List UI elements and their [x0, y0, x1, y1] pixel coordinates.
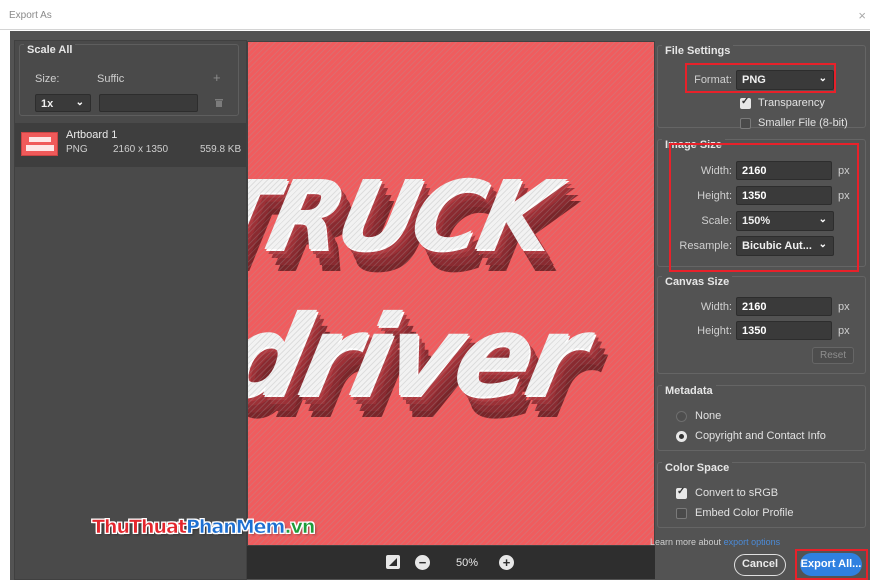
- color-space-group: Color Space Convert to sRGB Embed Color …: [657, 462, 866, 528]
- scale-all-group: Scale All Size: Suffic + 1x ⌄: [19, 44, 239, 116]
- image-width-unit: px: [838, 165, 850, 177]
- transparency-checkbox[interactable]: [740, 96, 751, 109]
- canvas-height-label: Height:: [697, 325, 732, 337]
- image-scale-value: 150%: [742, 215, 771, 227]
- artboard-name: Artboard 1: [66, 129, 118, 141]
- zoom-in-icon[interactable]: +: [499, 555, 514, 570]
- image-width-label: Width:: [700, 165, 732, 177]
- preview-text-line1: TRUCK: [248, 160, 563, 272]
- artboards-panel: Scale All Size: Suffic + 1x ⌄ Artboard 1…: [14, 40, 247, 580]
- zoom-level: 50%: [456, 557, 479, 569]
- artboard-format: PNG: [66, 144, 88, 155]
- preview-text-line2: driver: [248, 292, 594, 422]
- chevron-down-icon: ⌄: [75, 97, 84, 108]
- chevron-down-icon: ⌄: [818, 239, 827, 250]
- metadata-none-radio[interactable]: [676, 411, 687, 422]
- scale-label: Scale:: [701, 215, 732, 227]
- canvas-size-group: Canvas Size Width: 2160 px Height: 1350 …: [657, 276, 866, 374]
- metadata-copyright-radio[interactable]: [676, 431, 687, 442]
- size-label: Size:: [35, 73, 60, 85]
- canvas-width-unit: px: [838, 301, 850, 313]
- format-select[interactable]: PNG ⌄: [736, 70, 834, 90]
- image-height-label: Height:: [697, 190, 732, 202]
- settings-panel: File Settings Format: PNG ⌄ Transparency…: [655, 41, 870, 580]
- metadata-copyright-label: Copyright and Contact Info: [695, 430, 826, 442]
- fit-to-screen-icon[interactable]: [386, 555, 400, 569]
- canvas-size-legend: Canvas Size: [662, 276, 733, 288]
- file-settings-group: File Settings Format: PNG ⌄ Transparency…: [657, 45, 866, 129]
- canvas-height-input[interactable]: 1350: [736, 321, 832, 340]
- metadata-none-label: None: [695, 410, 722, 422]
- window-title: Export As: [9, 10, 52, 21]
- scale-select-value: 1x: [41, 98, 54, 110]
- zoom-out-icon[interactable]: −: [415, 555, 430, 570]
- format-label: Format:: [694, 74, 732, 86]
- transparency-label: Transparency: [758, 97, 825, 109]
- metadata-legend: Metadata: [662, 385, 716, 397]
- smaller-file-label: Smaller File (8-bit): [758, 117, 848, 129]
- learn-more-text: Learn more about: [650, 537, 722, 547]
- artboard-dimensions: 2160 x 1350: [113, 144, 169, 155]
- export-dialog: Scale All Size: Suffic + 1x ⌄ Artboard 1…: [10, 31, 870, 580]
- preview-image: TRUCK driver: [248, 42, 654, 545]
- canvas-width-label: Width:: [700, 301, 732, 313]
- image-size-legend: Image Size: [662, 139, 725, 151]
- trash-icon[interactable]: [215, 98, 223, 107]
- export-options-link[interactable]: export options: [724, 537, 781, 547]
- convert-srgb-checkbox[interactable]: [676, 486, 687, 499]
- image-size-group: Image Size Width: 2160 px Height: 1350 p…: [657, 139, 866, 267]
- export-all-button[interactable]: Export All...: [800, 553, 862, 576]
- artboard-file-size: 559.8 KB: [200, 144, 242, 155]
- image-height-input[interactable]: 1350: [736, 186, 832, 205]
- resample-select[interactable]: Bicubic Aut... ⌄: [736, 236, 834, 256]
- site-watermark: ThuThuatPhanMem.vn: [92, 516, 316, 539]
- cancel-button[interactable]: Cancel: [734, 554, 786, 576]
- close-icon[interactable]: ×: [858, 8, 866, 23]
- resample-label: Resample:: [679, 240, 732, 252]
- scale-select[interactable]: 1x ⌄: [35, 94, 91, 112]
- format-select-value: PNG: [742, 74, 766, 86]
- title-bar: Export As ×: [0, 0, 870, 30]
- image-scale-select[interactable]: 150% ⌄: [736, 211, 834, 231]
- file-settings-legend: File Settings: [662, 45, 734, 57]
- zoom-bar: − 50% +: [247, 546, 655, 579]
- color-space-legend: Color Space: [662, 462, 733, 474]
- artboard-list-item[interactable]: Artboard 1 PNG 2160 x 1350 559.8 KB: [15, 123, 246, 167]
- suffix-label: Suffic: [97, 73, 125, 85]
- reset-button[interactable]: Reset: [812, 347, 855, 364]
- chevron-down-icon: ⌄: [818, 73, 827, 84]
- metadata-group: Metadata None Copyright and Contact Info: [657, 385, 866, 451]
- learn-more: Learn more about export options: [650, 537, 780, 547]
- smaller-file-checkbox[interactable]: [740, 118, 751, 129]
- embed-profile-label: Embed Color Profile: [695, 507, 794, 519]
- image-height-unit: px: [838, 190, 850, 202]
- chevron-down-icon: ⌄: [818, 214, 827, 225]
- add-scale-icon[interactable]: +: [213, 70, 221, 85]
- suffix-input[interactable]: [99, 94, 198, 112]
- preview-area: TRUCK driver − 50% +: [247, 41, 655, 579]
- canvas-width-input[interactable]: 2160: [736, 297, 832, 316]
- scale-all-legend: Scale All: [24, 44, 76, 56]
- convert-srgb-label: Convert to sRGB: [695, 487, 779, 499]
- artboard-thumbnail: [21, 132, 58, 156]
- canvas-height-unit: px: [838, 325, 850, 337]
- embed-profile-checkbox[interactable]: [676, 508, 687, 519]
- resample-value: Bicubic Aut...: [742, 240, 812, 252]
- image-width-input[interactable]: 2160: [736, 161, 832, 180]
